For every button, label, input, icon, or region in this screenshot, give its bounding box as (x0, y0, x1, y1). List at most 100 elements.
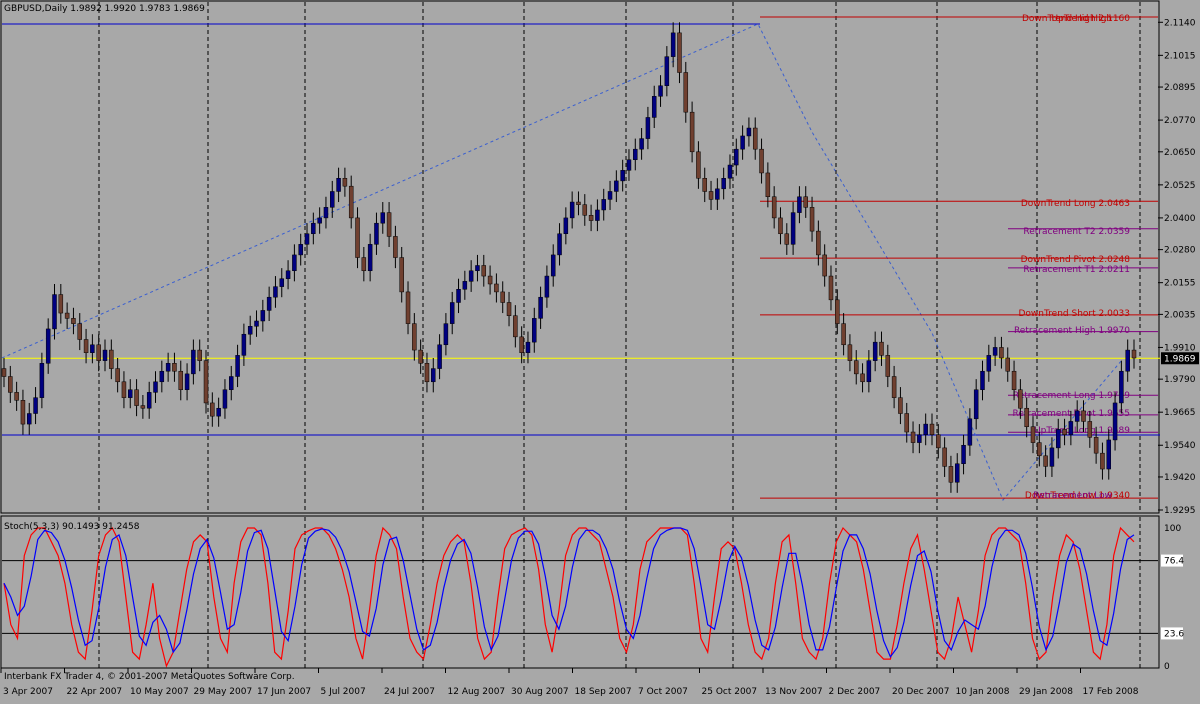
stoch-tick-label: 100 (1164, 524, 1181, 534)
candle (178, 370, 184, 390)
candle (550, 254, 556, 277)
candle (58, 294, 64, 314)
candle (816, 230, 821, 256)
level-label: Retracement Low (1033, 491, 1112, 501)
candle (740, 135, 745, 150)
candle (790, 212, 796, 245)
candle (254, 320, 259, 327)
candle (355, 217, 360, 258)
candle (715, 188, 720, 200)
price-tick-label: 2.0280 (1164, 246, 1196, 256)
candle (342, 177, 348, 187)
candle (203, 360, 209, 404)
candle (708, 191, 714, 200)
candle (645, 117, 651, 139)
date-label: 25 Oct 2007 (702, 687, 758, 697)
candle (374, 222, 379, 245)
candle (904, 413, 909, 433)
price-tick-label: 1.9665 (1164, 408, 1196, 418)
candle (853, 360, 859, 375)
candle (437, 344, 442, 369)
price-tick-label: 1.9295 (1164, 506, 1196, 516)
date-label: 13 Nov 2007 (765, 687, 823, 697)
candle (727, 164, 733, 179)
candle (500, 291, 505, 303)
candle (456, 289, 461, 303)
candle (298, 244, 303, 256)
candle (424, 363, 430, 383)
candle (689, 111, 695, 153)
candle (999, 347, 1004, 359)
candle (191, 349, 196, 375)
candle (696, 151, 701, 179)
candle (752, 127, 758, 150)
candle (569, 201, 575, 219)
candle (77, 323, 83, 340)
candle (967, 418, 973, 446)
candle (614, 180, 619, 192)
candle (563, 217, 569, 235)
candle (1074, 410, 1080, 422)
candle (1131, 349, 1137, 359)
chart-window[interactable]: DownTrend High 2.1160 DownTrend Long 2.04… (0, 0, 1200, 700)
candle (620, 170, 625, 182)
candle (45, 328, 51, 364)
candle (734, 148, 739, 166)
date-label: 10 May 2007 (130, 687, 189, 697)
candle (134, 389, 139, 406)
candle (582, 204, 588, 216)
candle (986, 355, 992, 372)
price-tick-label: 1.9790 (1164, 375, 1196, 385)
candle (1106, 439, 1111, 470)
stoch-main-line (3, 526, 1135, 668)
date-label: 29 Jan 2008 (1019, 687, 1073, 697)
candle (525, 341, 531, 353)
candle (588, 215, 594, 221)
candle (576, 201, 581, 205)
candle (759, 148, 764, 174)
candle (153, 381, 158, 393)
stoch-tick-label: 23.6 (1164, 629, 1184, 639)
candle (39, 363, 45, 398)
candle (494, 283, 499, 293)
candle (216, 407, 221, 417)
candle (664, 56, 670, 86)
price-tick-label: 2.0400 (1164, 214, 1196, 224)
candle (1093, 437, 1099, 454)
candle (386, 212, 392, 237)
candle (90, 344, 95, 353)
date-label: 17 Feb 2008 (1083, 687, 1139, 697)
candle (96, 344, 101, 361)
date-label: 29 May 2007 (194, 687, 253, 697)
candle (1100, 452, 1105, 470)
candle (872, 341, 878, 361)
candle (222, 389, 228, 409)
date-label: 10 Jan 2008 (956, 687, 1010, 697)
candle (361, 257, 367, 272)
candle (33, 397, 38, 414)
level-label: Retracement High 1.9970 (1014, 326, 1130, 336)
candle (633, 148, 638, 160)
candle (20, 400, 26, 425)
candle (348, 185, 354, 219)
candle (266, 296, 272, 311)
price-tick-label: 1.9910 (1164, 343, 1196, 353)
candle (140, 405, 146, 409)
candle (809, 207, 815, 232)
candle (330, 191, 335, 208)
candle (866, 360, 872, 383)
candle (1055, 429, 1061, 449)
candle (247, 326, 253, 335)
candle (109, 349, 114, 369)
candle (948, 466, 954, 483)
price-tick-label: 2.0895 (1164, 83, 1196, 93)
date-label: 3 Apr 2007 (3, 687, 53, 697)
date-label: 2 Dec 2007 (829, 687, 881, 697)
candle (323, 207, 329, 219)
candle (27, 413, 32, 425)
candle (393, 236, 398, 258)
price-tick-label: 2.0770 (1164, 116, 1196, 126)
chart-svg: DownTrend High 2.1160DownTrend Long 2.04… (0, 0, 1199, 697)
candle (336, 177, 341, 192)
candle (449, 302, 455, 324)
